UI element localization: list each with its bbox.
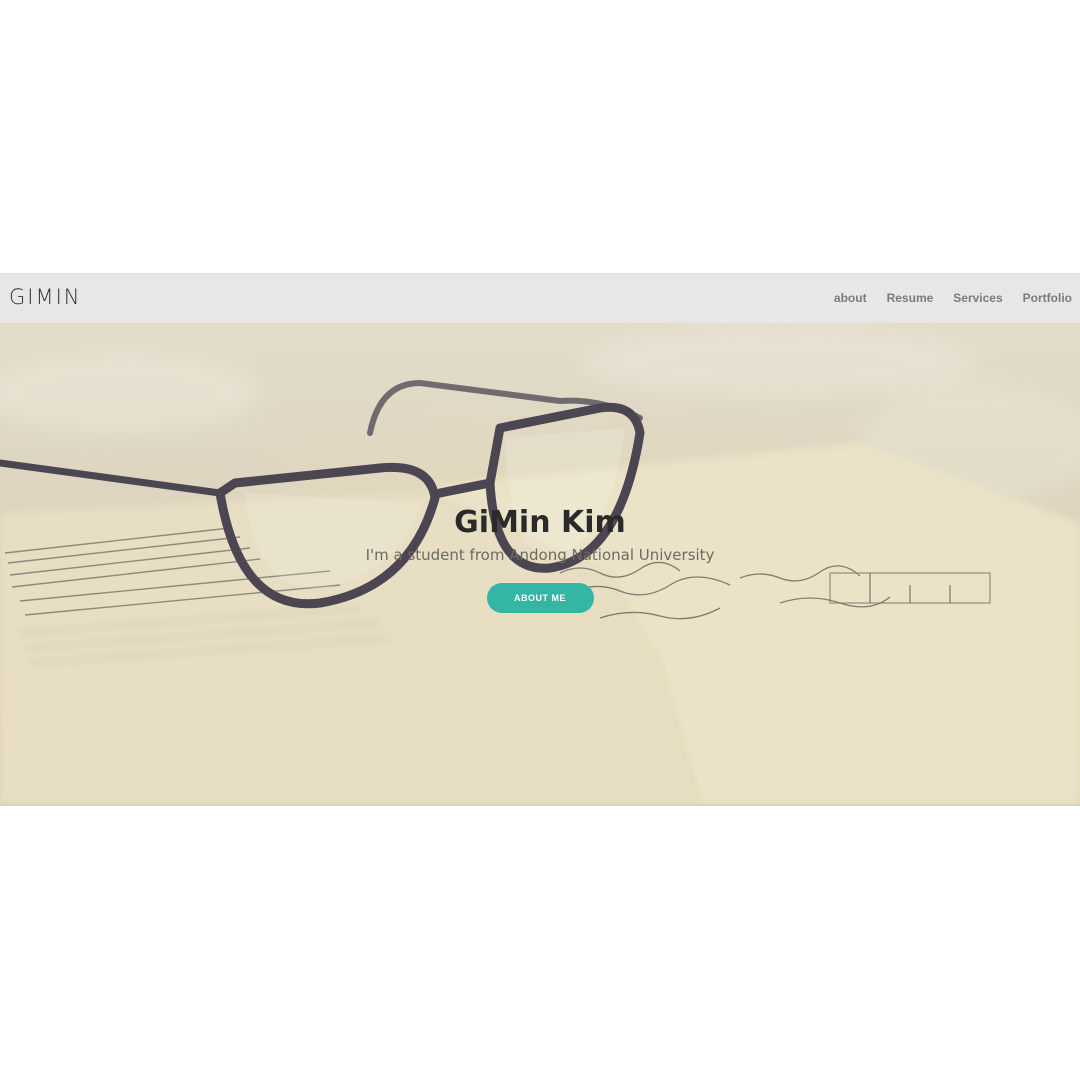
hero-content: GiMin Kim I'm a student from Andong Nati…: [0, 503, 1080, 613]
hero-subtitle: I'm a student from Andong National Unive…: [365, 546, 715, 564]
hero-title: GiMin Kim: [454, 505, 626, 540]
nav-links: about Resume Services Portfolio: [814, 291, 1072, 305]
nav-link-services[interactable]: Services: [953, 291, 1002, 305]
nav-link-portfolio[interactable]: Portfolio: [1023, 291, 1072, 305]
hero-bottom-border: [0, 804, 1080, 806]
about-me-button[interactable]: ABOUT ME: [486, 583, 594, 613]
nav-link-about[interactable]: about: [834, 291, 867, 305]
hero-section: GiMin Kim I'm a student from Andong Nati…: [0, 323, 1080, 805]
navbar: GIMIN about Resume Services Portfolio: [0, 273, 1080, 323]
nav-link-resume[interactable]: Resume: [887, 291, 934, 305]
brand-logo[interactable]: GIMIN: [9, 285, 82, 309]
